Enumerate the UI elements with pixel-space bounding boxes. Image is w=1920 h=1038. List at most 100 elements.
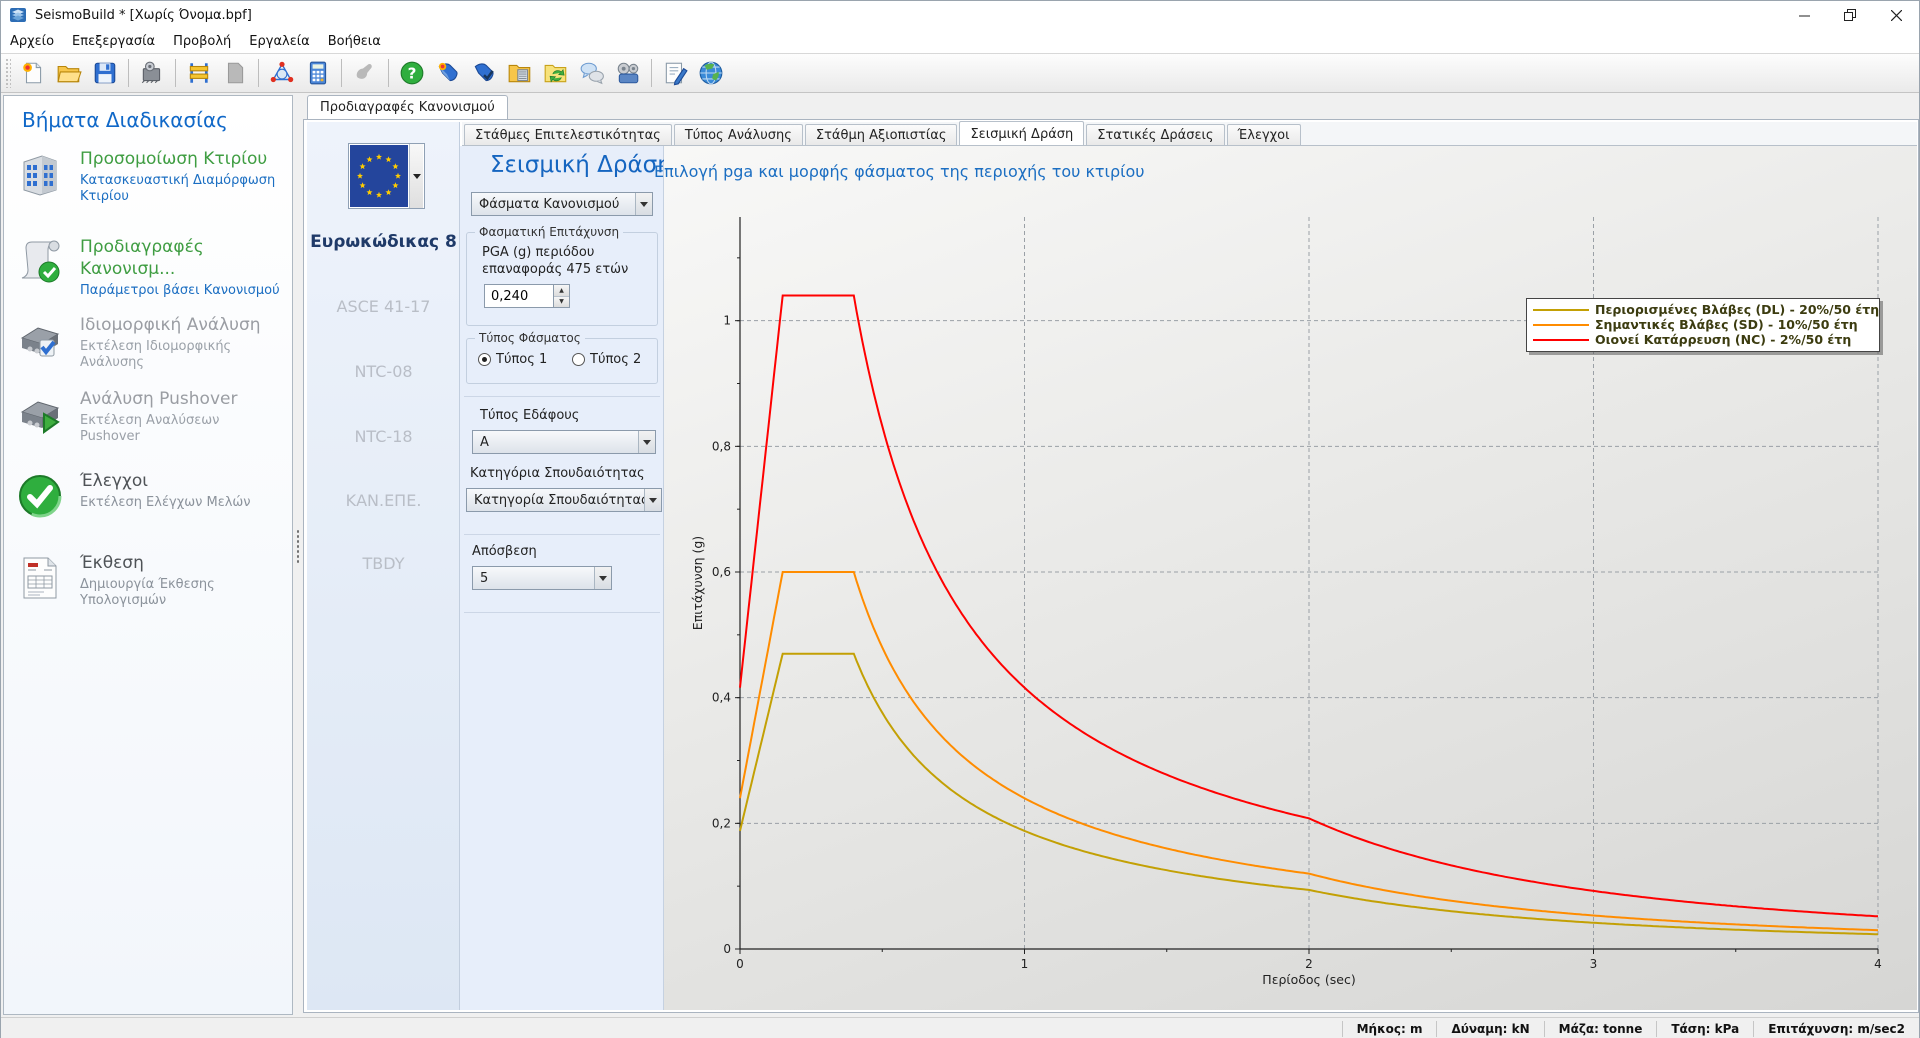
spectrum-plot: 0123400,20,40,60,81Περίοδος (sec)Επιτάχυ… [664, 146, 1917, 1010]
help-icon[interactable]: ? [394, 56, 430, 90]
chip-check-icon [16, 316, 64, 364]
menu-file[interactable]: Αρχείο [1, 31, 63, 52]
tab-checks[interactable]: Έλεγχοι [1227, 124, 1301, 145]
code-item-asce41-17[interactable]: ASCE 41-17 [307, 297, 460, 316]
status-stress-unit: Τάση: kPa [1656, 1021, 1753, 1037]
chat-icon[interactable] [574, 56, 610, 90]
app-window: SeismoBuild * [Χωρίς Όνομα.bpf] Αρχείο Ε… [0, 0, 1920, 1038]
importance-label: Κατηγόρια Σπουδαιότητας [470, 466, 645, 481]
radio-unchecked-icon [572, 353, 585, 366]
video-icon[interactable] [610, 56, 646, 90]
step-title: Έλεγχοι [80, 470, 280, 492]
tab-analysis-type[interactable]: Τύπος Ανάλυσης [674, 124, 803, 145]
titlebar: SeismoBuild * [Χωρίς Όνομα.bpf] [1, 1, 1919, 29]
importance-dropdown[interactable]: Κατηγορία Σπουδαιότητας II [466, 488, 662, 512]
svg-text:2: 2 [1305, 957, 1313, 971]
folder-building-icon[interactable] [502, 56, 538, 90]
menubar: Αρχείο Επεξεργασία Προβολή Εργαλεία Βοήθ… [1, 29, 1919, 53]
code-item-ntc-18[interactable]: NTC-18 [307, 427, 460, 446]
step-subtitle: Εκτέλεση Ιδιομορφικής Ανάλυσης [80, 339, 280, 371]
sd-line-swatch [1533, 324, 1589, 326]
model-viewer-icon[interactable] [264, 56, 300, 90]
sidebar-splitter[interactable] [293, 95, 303, 1015]
open-folder-icon[interactable] [51, 56, 87, 90]
page-disabled-icon [217, 56, 253, 90]
menu-edit[interactable]: Επεξεργασία [63, 31, 164, 52]
status-length-unit: Μήκος: m [1342, 1021, 1437, 1037]
legend-item-dl: Περιορισμένες Βλάβες (DL) - 20%/50 έτη [1533, 302, 1873, 317]
code-requirements-panel: Ευρωκώδικας 8 ASCE 41-17 NTC-08 NTC-18 Κ… [303, 119, 1919, 1013]
menu-view[interactable]: Προβολή [164, 31, 240, 52]
status-force-unit: Δύναμη: kN [1436, 1021, 1543, 1037]
svg-text:0,4: 0,4 [712, 691, 731, 705]
calculator-icon[interactable] [300, 56, 336, 90]
chevron-down-icon [638, 431, 655, 453]
chart-legend: Περιορισμένες Βλάβες (DL) - 20%/50 έτη Σ… [1526, 298, 1880, 352]
settings-tabstrip: Στάθμες Επιτελεστικότητας Τύπος Ανάλυσης… [462, 122, 1917, 146]
page-title: Σεισμική Δράση [490, 152, 672, 178]
svg-text:0,8: 0,8 [712, 439, 731, 453]
toolbar: ? [1, 53, 1919, 93]
step-title: Ανάλυση Pushover [80, 388, 280, 410]
soil-type-dropdown[interactable]: A [472, 430, 656, 454]
tab-performance-levels[interactable]: Στάθμες Επιτελεστικότητας [464, 124, 672, 145]
status-mass-unit: Μάζα: tonne [1544, 1021, 1657, 1037]
code-item-kan-epe[interactable]: ΚΑΝ.ΕΠΕ. [307, 491, 460, 510]
chevron-down-icon [409, 144, 423, 208]
menu-tools[interactable]: Εργαλεία [240, 31, 318, 52]
splitter-grip-icon [296, 529, 300, 563]
tab-seismic-action[interactable]: Σεισμική Δράση [959, 121, 1084, 145]
tab-reliability-level[interactable]: Στάθμη Αξιοπιστίας [805, 124, 958, 145]
toolbar-grip [5, 58, 11, 88]
globe-icon[interactable] [693, 56, 729, 90]
radio-checked-icon [478, 353, 491, 366]
building-icon [16, 150, 64, 198]
spin-down-icon[interactable]: ▼ [554, 297, 569, 308]
svg-text:Επιτάχυνση (g): Επιτάχυνση (g) [690, 536, 705, 630]
pga-label: PGA (g) περιόδου επαναφοράς 475 ετών [482, 244, 646, 278]
new-document-icon[interactable] [15, 56, 51, 90]
statusbar: Μήκος: m Δύναμη: kN Μάζα: tonne Τάση: kP… [1, 1017, 1919, 1038]
close-button[interactable] [1873, 1, 1919, 29]
building-frame-icon[interactable] [181, 56, 217, 90]
step-subtitle: Εκτέλεση Αναλύσεων Pushover [80, 413, 280, 445]
tab-code-requirements[interactable]: Προδιαγραφές Κανονισμού [307, 95, 508, 119]
svg-text:0,6: 0,6 [712, 565, 731, 579]
tool-disabled-icon [347, 56, 383, 90]
pga-input[interactable]: 0,240 [484, 284, 554, 308]
step-subtitle: Δημιουργία Έκθεσης Υπολογισμών [80, 577, 280, 609]
sidebar-header: Βήματα Διαδικασίας [22, 108, 228, 132]
svg-text:Περίοδος (sec): Περίοδος (sec) [1262, 972, 1355, 987]
folder-sync-icon[interactable] [538, 56, 574, 90]
minimize-button[interactable] [1781, 1, 1827, 29]
svg-text:0,2: 0,2 [712, 816, 731, 830]
spectrum-type1-radio[interactable]: Τύπος 1 [478, 352, 547, 367]
note-edit-icon[interactable] [657, 56, 693, 90]
step-subtitle: Κατασκευαστική Διαμόρφωση Κτιρίου [80, 173, 280, 205]
menu-help[interactable]: Βοήθεια [319, 31, 390, 52]
svg-text:?: ? [408, 64, 417, 82]
code-item-ntc-08[interactable]: NTC-08 [307, 362, 460, 381]
report-icon [16, 554, 64, 602]
spin-up-icon[interactable]: ▲ [554, 285, 569, 297]
save-icon[interactable] [87, 56, 123, 90]
damping-dropdown[interactable]: 5 [472, 566, 612, 590]
code-item-tbdy[interactable]: TBDY [307, 554, 460, 573]
processor-settings-icon[interactable] [134, 56, 170, 90]
svg-text:0: 0 [736, 957, 744, 971]
svg-text:1: 1 [723, 314, 731, 328]
legend-item-nc: Οιονεί Κατάρρευση (NC) - 2%/50 έτη [1533, 332, 1873, 347]
pga-stepper[interactable]: ▲ ▼ [554, 284, 570, 308]
book-check-icon[interactable] [466, 56, 502, 90]
code-item-eurocode8[interactable]: Ευρωκώδικας 8 [307, 232, 460, 252]
spectrum-type2-radio[interactable]: Τύπος 2 [572, 352, 641, 367]
status-acceleration-unit: Επιτάχυνση: m/sec2 [1753, 1021, 1919, 1037]
spectra-source-dropdown[interactable]: Φάσματα Κανονισμού [471, 192, 653, 216]
restore-button[interactable] [1827, 1, 1873, 29]
svg-text:0: 0 [723, 942, 731, 956]
book-star-icon[interactable] [430, 56, 466, 90]
code-flag-dropdown[interactable] [348, 143, 425, 209]
window-title: SeismoBuild * [Χωρίς Όνομα.bpf] [35, 8, 252, 23]
tab-static-actions[interactable]: Στατικές Δράσεις [1086, 124, 1224, 145]
step-title: Ιδιομορφική Ανάλυση [80, 314, 280, 336]
